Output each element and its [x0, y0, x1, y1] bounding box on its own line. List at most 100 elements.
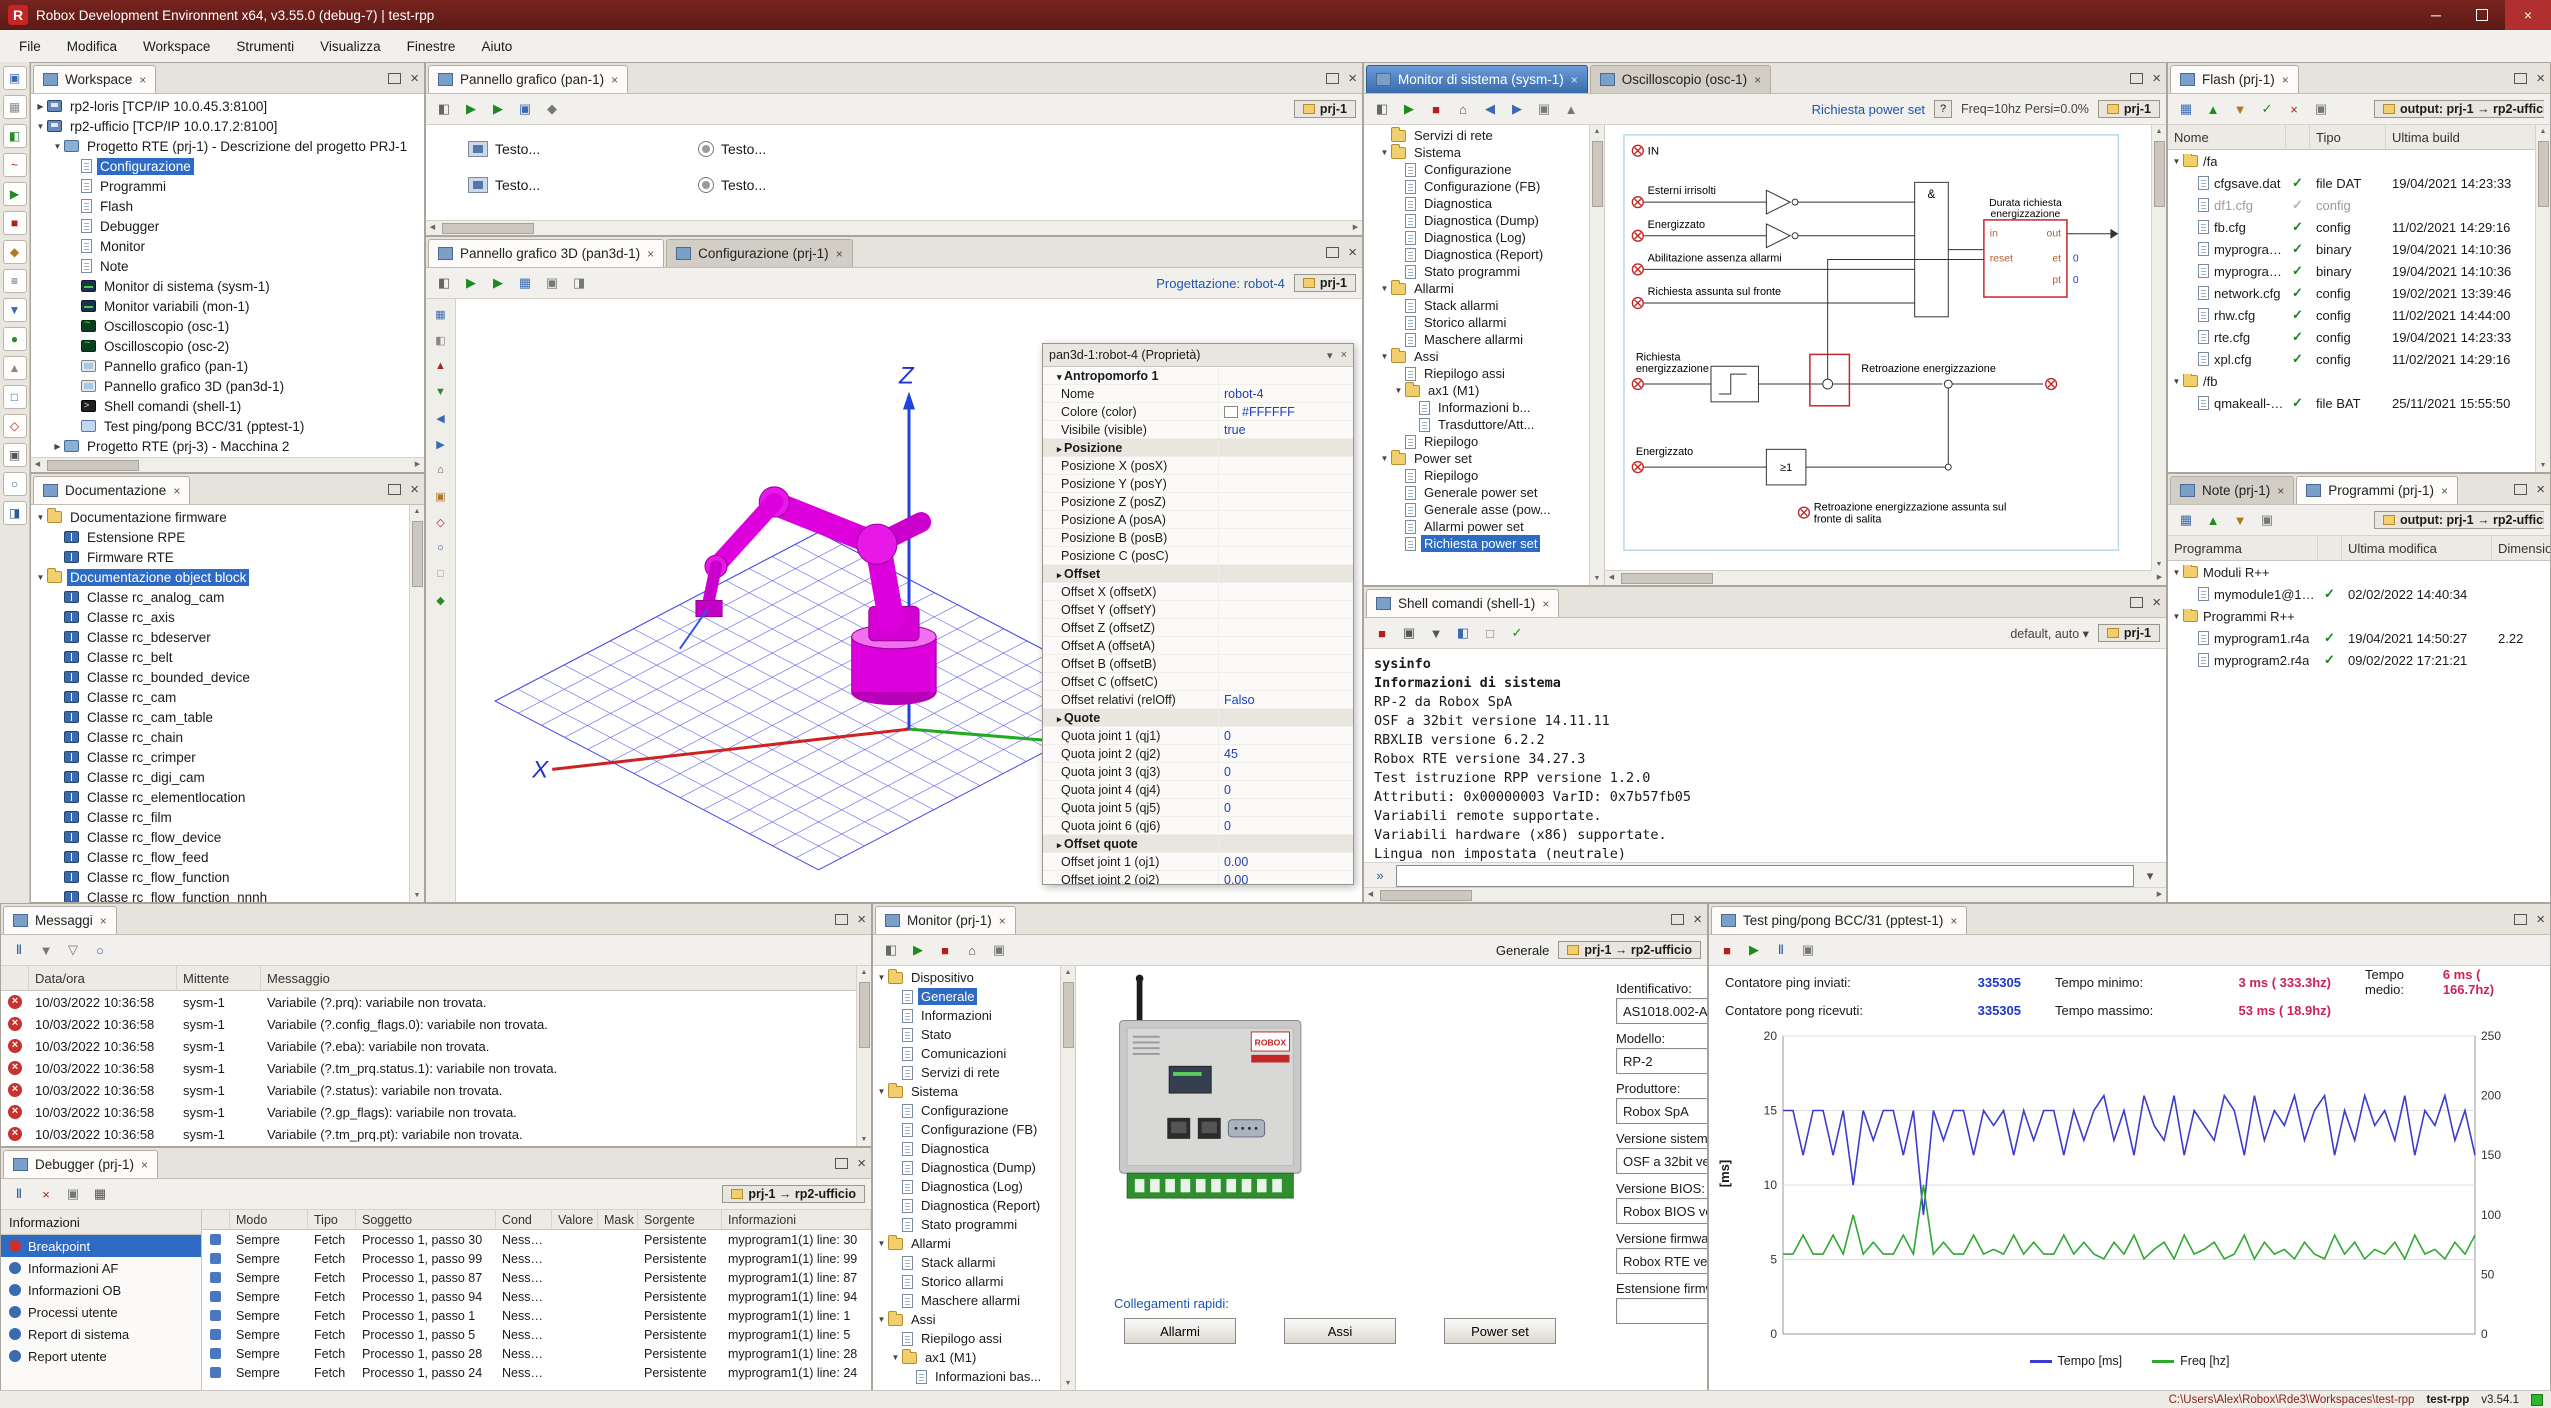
debugger-nav-item[interactable]: Breakpoint — [1, 1235, 201, 1257]
dock-icon[interactable]: ≡ — [3, 269, 27, 293]
expander-icon[interactable] — [34, 122, 47, 131]
toolbar-icon[interactable]: ⌂ — [960, 938, 984, 962]
toolbar-icon[interactable]: ▲ — [1559, 97, 1583, 121]
quick-link-button[interactable]: Assi — [1284, 1318, 1396, 1344]
prompt-icon[interactable]: » — [1368, 864, 1392, 888]
property-row[interactable]: Offset joint 2 (oj2) 0.00 — [1043, 871, 1353, 884]
table-row[interactable]: 10/03/2022 10:36:58 sysm-1 Variabile (?.… — [1, 1101, 871, 1123]
tree-item[interactable]: Configurazione — [1364, 161, 1604, 178]
project-chip[interactable]: prj-1 — [1294, 100, 1356, 118]
tree-item[interactable]: Riepilogo assi — [1364, 365, 1604, 382]
table-row[interactable]: rte.cfg config 19/04/2021 14:23:33 — [2168, 326, 2550, 348]
menu-item[interactable]: Visualizza — [307, 30, 394, 62]
tree-item[interactable]: Storico allarmi — [1364, 314, 1604, 331]
project-chip[interactable]: prj-1 — [2098, 100, 2160, 118]
float-panel-icon[interactable] — [388, 73, 401, 84]
table-row[interactable]: Sempre Fetch Processo 1, passo 5 Nessuna… — [202, 1325, 871, 1344]
tree-item[interactable]: Sistema — [873, 1082, 1075, 1101]
table-row[interactable]: myprogram2.r4a 09/02/2022 17:21:21 — [2168, 649, 2550, 671]
quick-link-button[interactable]: Allarmi — [1124, 1318, 1236, 1344]
property-row[interactable]: Posizione A (posA) — [1043, 511, 1353, 529]
table-row[interactable]: Sempre Fetch Processo 1, passo 24 Nessun… — [202, 1363, 871, 1382]
toolbar-icon[interactable]: ▶ — [1742, 938, 1766, 962]
toolbar-icon[interactable]: ◀ — [1478, 97, 1502, 121]
table-row[interactable]: fb.cfg config 11/02/2021 14:29:16 — [2168, 216, 2550, 238]
tree-item[interactable]: Stack allarmi — [1364, 297, 1604, 314]
tab-debugger[interactable]: Debugger (prj-1)× — [3, 1150, 158, 1178]
close-panel-icon[interactable]: × — [2152, 595, 2161, 610]
tab-oscilloscopio[interactable]: Oscilloscopio (osc-1)× — [1590, 65, 1771, 93]
float-panel-icon[interactable] — [835, 1158, 848, 1169]
form-input[interactable]: Robox RTE versione 34.27.3 — [1616, 1248, 1707, 1274]
history-icon[interactable]: ▾ — [2138, 864, 2162, 888]
tree-item[interactable]: Allarmi — [1364, 280, 1604, 297]
menu-item[interactable]: Strumenti — [223, 30, 307, 62]
tab-close-icon[interactable]: × — [2277, 484, 2284, 498]
menu-item[interactable]: File — [6, 30, 54, 62]
expander-icon[interactable] — [1378, 284, 1391, 293]
tree-item[interactable]: Configurazione — [31, 156, 424, 176]
minimize-button[interactable]: ─ — [2413, 0, 2459, 30]
tab-shell[interactable]: Shell comandi (shell-1)× — [1366, 589, 1559, 617]
tree-item[interactable]: Assi — [873, 1310, 1075, 1329]
tree-item[interactable]: Configurazione (FB) — [873, 1120, 1075, 1139]
toolbar-icon[interactable]: ▦ — [430, 303, 452, 325]
table-row[interactable]: cfgsave.dat file DAT 19/04/2021 14:23:33 — [2168, 172, 2550, 194]
tree-item[interactable]: Pannello grafico 3D (pan3d-1) — [31, 376, 424, 396]
vertical-scrollbar[interactable]: ▲▼ — [1060, 966, 1075, 1390]
float-panel-icon[interactable] — [388, 484, 401, 495]
dock-icon[interactable]: ○ — [3, 472, 27, 496]
tab-close-icon[interactable]: × — [141, 1158, 148, 1172]
shell-mode-select[interactable]: default, auto ▾ — [2010, 626, 2089, 641]
tree-item[interactable]: Pannello grafico (pan-1) — [31, 356, 424, 376]
float-panel-icon[interactable] — [2514, 914, 2527, 925]
property-row[interactable]: Offset Y (offsetY) — [1043, 601, 1353, 619]
dock-icon[interactable]: ◨ — [3, 501, 27, 525]
property-row[interactable]: Offset B (offsetB) — [1043, 655, 1353, 673]
toolbar-icon[interactable]: ▶ — [459, 97, 483, 121]
toolbar-icon[interactable]: ○ — [88, 938, 112, 962]
expander-icon[interactable] — [34, 513, 47, 522]
float-panel-icon[interactable] — [1326, 73, 1339, 84]
expander-icon[interactable] — [1378, 454, 1391, 463]
toolbar-icon[interactable]: ▦ — [88, 1182, 112, 1206]
table-header[interactable]: NomeTipoUltima buildDimensione — [2168, 125, 2550, 150]
tree-item[interactable]: Classe rc_cam — [31, 687, 424, 707]
toolbar-icon[interactable]: ▶ — [906, 938, 930, 962]
expander-icon[interactable] — [1392, 386, 1405, 395]
tree-item[interactable]: Classe rc_digi_cam — [31, 767, 424, 787]
table-row[interactable]: rhw.cfg config 11/02/2021 14:44:00 — [2168, 304, 2550, 326]
table-row[interactable]: 10/03/2022 10:36:58 sysm-1 Variabile (?.… — [1, 1013, 871, 1035]
graphic-text-item[interactable]: Testo... — [468, 177, 540, 193]
project-chip[interactable]: prj-1 → rp2-ufficio — [1558, 941, 1701, 959]
toolbar-icon[interactable]: ▦ — [2174, 508, 2198, 532]
tab-note[interactable]: Note (prj-1)× — [2170, 476, 2294, 504]
maximize-button[interactable] — [2459, 0, 2505, 30]
dropdown-icon[interactable]: ▾ — [1327, 349, 1333, 362]
tree-item[interactable]: Test ping/pong BCC/31 (pptest-1) — [31, 416, 424, 436]
table-row[interactable]: /fa — [2168, 150, 2550, 172]
tree-item[interactable]: Maschere allarmi — [873, 1291, 1075, 1310]
tab-close-icon[interactable]: × — [100, 914, 107, 928]
toolbar-icon[interactable]: ▲ — [2201, 508, 2225, 532]
tab-close-icon[interactable]: × — [836, 247, 843, 261]
debugger-nav-item[interactable]: Informazioni OB — [1, 1279, 201, 1301]
menu-item[interactable]: Aiuto — [468, 30, 525, 62]
expander-icon[interactable] — [1378, 352, 1391, 361]
horizontal-scrollbar[interactable]: ◀▶ — [31, 457, 424, 472]
tree-item[interactable]: Classe rc_cam_table — [31, 707, 424, 727]
tree-item[interactable]: Assi — [1364, 348, 1604, 365]
tree-item[interactable]: Classe rc_bdeserver — [31, 627, 424, 647]
property-value[interactable]: 0.00 — [1219, 873, 1353, 885]
dock-icon[interactable]: ■ — [3, 211, 27, 235]
quick-link-button[interactable]: Power set — [1444, 1318, 1556, 1344]
expander-icon[interactable] — [875, 973, 888, 982]
toolbar-icon[interactable]: ▣ — [540, 271, 564, 295]
expander-icon[interactable] — [2170, 612, 2183, 621]
project-chip[interactable]: prj-1 — [1294, 274, 1356, 292]
toolbar-icon[interactable]: ▼ — [34, 938, 58, 962]
tree-item[interactable]: Informazioni — [873, 1006, 1075, 1025]
float-panel-icon[interactable] — [2514, 73, 2527, 84]
toolbar-icon[interactable]: ◆ — [540, 97, 564, 121]
form-input[interactable]: RP-2 — [1616, 1048, 1707, 1074]
